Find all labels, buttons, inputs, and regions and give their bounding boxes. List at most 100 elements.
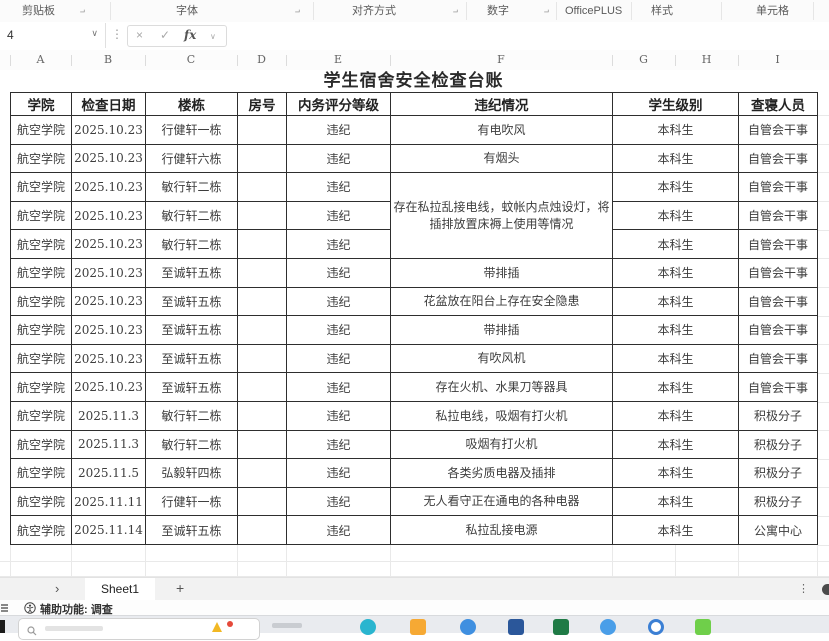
cell-building[interactable]: 至诚轩五栋 xyxy=(146,344,238,373)
cell-grade[interactable]: 违纪 xyxy=(287,430,391,459)
cell-college[interactable]: 航空学院 xyxy=(11,430,72,459)
cell-inspector[interactable]: 积极分子 xyxy=(739,487,818,516)
cell-building[interactable]: 行健轩一栋 xyxy=(146,487,238,516)
cell-date[interactable]: 2025.11.3 xyxy=(72,430,146,459)
cell-violation[interactable]: 带排插 xyxy=(391,316,613,345)
taskbar-app-blue-circle-icon[interactable] xyxy=(600,619,616,635)
cell-building[interactable]: 至诚轩五栋 xyxy=(146,373,238,402)
cell-inspector[interactable]: 自管会干事 xyxy=(739,230,818,259)
cell-room[interactable] xyxy=(238,373,287,402)
cell-grade[interactable]: 违纪 xyxy=(287,173,391,202)
cell-student-level[interactable]: 本科生 xyxy=(613,173,739,202)
cell-grade[interactable]: 违纪 xyxy=(287,144,391,173)
confirm-entry-button[interactable]: ✓ xyxy=(160,28,170,42)
chevron-down-icon[interactable]: ∨ xyxy=(210,32,216,41)
cell-building[interactable]: 敏行轩二栋 xyxy=(146,173,238,202)
cell-grade[interactable]: 违纪 xyxy=(287,459,391,488)
column-header-B[interactable]: B xyxy=(71,53,145,66)
cell-date[interactable]: 2025.11.11 xyxy=(72,487,146,516)
cell-violation[interactable]: 无人看守正在通电的各种电器 xyxy=(391,487,613,516)
cell-violation[interactable]: 各类劣质电器及插排 xyxy=(391,459,613,488)
cell-violation[interactable]: 存在火机、水果刀等器具 xyxy=(391,373,613,402)
cell-grade[interactable]: 违纪 xyxy=(287,373,391,402)
column-header-F[interactable]: F xyxy=(390,53,612,66)
cell-room[interactable] xyxy=(238,430,287,459)
header-cell[interactable]: 楼栋 xyxy=(146,93,238,116)
taskbar-app-blue-icon[interactable] xyxy=(460,619,476,635)
cell-college[interactable]: 航空学院 xyxy=(11,201,72,230)
cell-date[interactable]: 2025.10.23 xyxy=(72,201,146,230)
cell-grade[interactable]: 违纪 xyxy=(287,258,391,287)
cell-college[interactable]: 航空学院 xyxy=(11,144,72,173)
cell-college[interactable]: 航空学院 xyxy=(11,401,72,430)
cell-building[interactable]: 至诚轩五栋 xyxy=(146,287,238,316)
taskbar-app-blue-ring-icon[interactable] xyxy=(648,619,664,635)
cell-college[interactable]: 航空学院 xyxy=(11,344,72,373)
cell-room[interactable] xyxy=(238,258,287,287)
cell-student-level[interactable]: 本科生 xyxy=(613,144,739,173)
cell-date[interactable]: 2025.10.23 xyxy=(72,173,146,202)
cell-room[interactable] xyxy=(238,287,287,316)
cell-room[interactable] xyxy=(238,459,287,488)
cell-inspector[interactable]: 自管会干事 xyxy=(739,373,818,402)
cell-room[interactable] xyxy=(238,201,287,230)
cell-room[interactable] xyxy=(238,116,287,145)
tab-sheet1[interactable]: Sheet1 xyxy=(85,578,155,602)
cell-violation[interactable]: 有吹风机 xyxy=(391,344,613,373)
cell-grade[interactable]: 违纪 xyxy=(287,487,391,516)
cell-building[interactable]: 敏行轩二栋 xyxy=(146,230,238,259)
cell-college[interactable]: 航空学院 xyxy=(11,230,72,259)
cell-college[interactable]: 航空学院 xyxy=(11,287,72,316)
header-cell[interactable]: 违纪情况 xyxy=(391,93,613,116)
cell-grade[interactable]: 违纪 xyxy=(287,344,391,373)
sheet-nav-next-icon[interactable]: › xyxy=(55,581,59,596)
cell-student-level[interactable]: 本科生 xyxy=(613,316,739,345)
chevron-down-icon[interactable]: ∨ xyxy=(91,28,98,39)
cell-grade[interactable]: 违纪 xyxy=(287,401,391,430)
cell-room[interactable] xyxy=(238,487,287,516)
cell-date[interactable]: 2025.11.3 xyxy=(72,401,146,430)
cell-date[interactable]: 2025.10.23 xyxy=(72,258,146,287)
cell-college[interactable]: 航空学院 xyxy=(11,258,72,287)
cell-date[interactable]: 2025.10.23 xyxy=(72,287,146,316)
cell-room[interactable] xyxy=(238,344,287,373)
cell-inspector[interactable]: 自管会干事 xyxy=(739,144,818,173)
cell-student-level[interactable]: 本科生 xyxy=(613,459,739,488)
cell-student-level[interactable]: 本科生 xyxy=(613,344,739,373)
cell-inspector[interactable]: 自管会干事 xyxy=(739,344,818,373)
cell-violation[interactable]: 私拉电线，吸烟有打火机 xyxy=(391,401,613,430)
column-header-G[interactable]: G xyxy=(612,53,675,66)
worksheet-area[interactable]: 学生宿舍安全检查台账 学院检查日期楼栋房号内务评分等级违纪情况学生级别查寝人员 … xyxy=(0,70,829,577)
cell-student-level[interactable]: 本科生 xyxy=(613,258,739,287)
taskbar-search-input[interactable] xyxy=(18,618,260,640)
add-sheet-button[interactable]: + xyxy=(176,580,184,596)
taskbar-app-word-icon[interactable] xyxy=(508,619,524,635)
column-header-C[interactable]: C xyxy=(145,53,237,66)
taskbar-app-green-icon[interactable] xyxy=(695,619,711,635)
cell-building[interactable]: 行健轩六栋 xyxy=(146,144,238,173)
cell-room[interactable] xyxy=(238,316,287,345)
cell-building[interactable]: 敏行轩二栋 xyxy=(146,201,238,230)
cell-building[interactable]: 敏行轩二栋 xyxy=(146,401,238,430)
cell-violation[interactable]: 私拉乱接电源 xyxy=(391,516,613,545)
column-header-H[interactable]: H xyxy=(675,53,738,66)
cell-grade[interactable]: 违纪 xyxy=(287,230,391,259)
cell-grade[interactable]: 违纪 xyxy=(287,287,391,316)
cell-violation[interactable]: 花盆放在阳台上存在安全隐患 xyxy=(391,287,613,316)
cell-building[interactable]: 敏行轩二栋 xyxy=(146,430,238,459)
cell-college[interactable]: 航空学院 xyxy=(11,316,72,345)
cell-student-level[interactable]: 本科生 xyxy=(613,230,739,259)
header-cell[interactable]: 房号 xyxy=(238,93,287,116)
taskbar-app-orange-icon[interactable] xyxy=(410,619,426,635)
cell-student-level[interactable]: 本科生 xyxy=(613,430,739,459)
cell-grade[interactable]: 违纪 xyxy=(287,201,391,230)
taskbar-app-green-square-icon[interactable] xyxy=(553,619,569,635)
cell-date[interactable]: 2025.11.5 xyxy=(72,459,146,488)
cell-college[interactable]: 航空学院 xyxy=(11,173,72,202)
cell-grade[interactable]: 违纪 xyxy=(287,116,391,145)
cell-date[interactable]: 2025.10.23 xyxy=(72,144,146,173)
cell-inspector[interactable]: 积极分子 xyxy=(739,401,818,430)
cell-inspector[interactable]: 自管会干事 xyxy=(739,258,818,287)
cancel-entry-button[interactable]: × xyxy=(136,28,143,42)
cell-building[interactable]: 行健轩一栋 xyxy=(146,116,238,145)
